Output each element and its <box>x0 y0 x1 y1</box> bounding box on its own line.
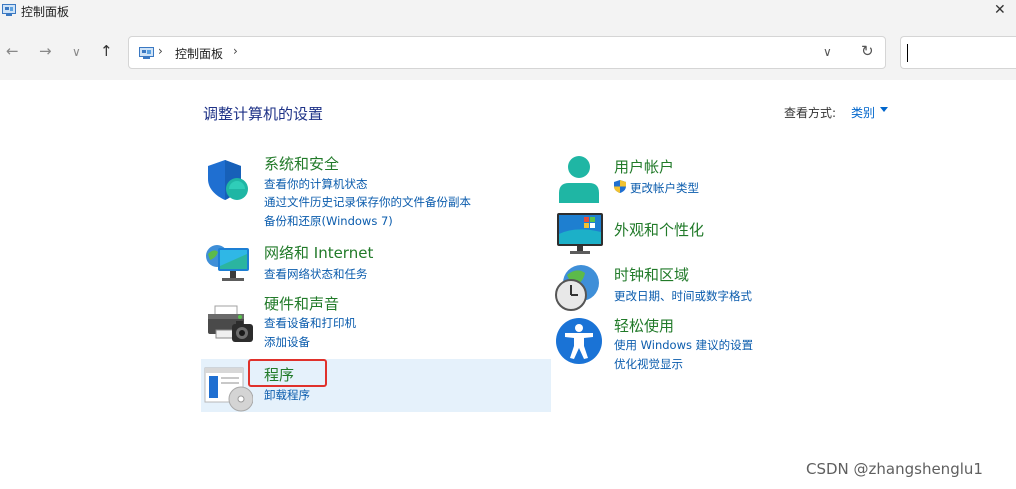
link-backup-restore-win7[interactable]: 备份和还原(Windows 7) <box>264 213 393 229</box>
uac-shield-icon <box>614 180 626 193</box>
breadcrumb-separator-icon[interactable]: › <box>233 44 238 58</box>
page-title: 调整计算机的设置 <box>203 105 324 123</box>
programs-disc-icon[interactable] <box>203 366 253 412</box>
accessibility-icon[interactable] <box>555 316 603 366</box>
refresh-icon[interactable]: ↻ <box>861 42 874 60</box>
annotation-highlight-box <box>248 359 327 387</box>
back-arrow-icon[interactable]: ← <box>6 42 19 60</box>
recent-locations-icon[interactable]: ∨ <box>72 45 81 59</box>
category-clock-region[interactable]: 时钟和区域 <box>614 264 689 285</box>
forward-arrow-icon[interactable]: → <box>39 42 52 60</box>
network-globe-icon[interactable] <box>204 242 252 288</box>
category-hardware-sound[interactable]: 硬件和声音 <box>264 293 339 314</box>
category-network-internet[interactable]: 网络和 Internet <box>264 242 373 263</box>
link-change-date-time-format[interactable]: 更改日期、时间或数字格式 <box>614 288 752 304</box>
view-by-label: 查看方式: <box>784 106 837 120</box>
category-system-security[interactable]: 系统和安全 <box>264 153 339 174</box>
link-windows-recommended-settings[interactable]: 使用 Windows 建议的设置 <box>614 337 753 353</box>
breadcrumb-separator-icon[interactable]: › <box>158 44 163 58</box>
clock-globe-icon[interactable] <box>555 263 603 313</box>
monitor-personalization-icon[interactable] <box>556 212 604 254</box>
chevron-down-icon[interactable]: ∨ <box>823 45 832 59</box>
breadcrumb-control-panel[interactable]: 控制面板 <box>175 45 223 62</box>
control-panel-icon <box>2 4 16 16</box>
view-by-dropdown[interactable]: 类别 <box>851 104 875 121</box>
user-account-icon[interactable] <box>557 155 601 205</box>
up-arrow-icon[interactable]: ↑ <box>100 42 113 60</box>
link-devices-printers[interactable]: 查看设备和打印机 <box>264 315 356 331</box>
link-change-account-type[interactable]: 更改帐户类型 <box>630 180 699 196</box>
link-uninstall-program[interactable]: 卸载程序 <box>264 387 310 403</box>
category-user-accounts[interactable]: 用户帐户 <box>614 156 674 177</box>
search-input[interactable] <box>900 36 1016 69</box>
link-view-computer-status[interactable]: 查看你的计算机状态 <box>264 176 368 192</box>
watermark: CSDN @zhangshenglu1 <box>806 460 983 478</box>
close-icon[interactable]: ✕ <box>994 2 1006 18</box>
category-ease-of-access[interactable]: 轻松使用 <box>614 315 674 336</box>
link-view-network-status[interactable]: 查看网络状态和任务 <box>264 266 368 282</box>
shield-icon[interactable] <box>205 157 251 203</box>
title-bar: 控制面板 ✕ <box>0 0 1016 26</box>
address-bar[interactable]: › 控制面板 › ∨ ↻ <box>128 36 886 69</box>
printer-camera-icon[interactable] <box>205 304 253 348</box>
window-title: 控制面板 <box>21 5 70 19</box>
control-panel-icon <box>139 47 154 59</box>
chevron-down-icon[interactable] <box>880 107 888 112</box>
link-add-device[interactable]: 添加设备 <box>264 334 310 350</box>
navigation-bar: ← → ∨ ↑ › 控制面板 › ∨ ↻ <box>0 26 1016 80</box>
link-optimize-visual-display[interactable]: 优化视觉显示 <box>614 356 683 372</box>
link-file-history-backup[interactable]: 通过文件历史记录保存你的文件备份副本 <box>264 194 471 210</box>
category-appearance-personalization[interactable]: 外观和个性化 <box>614 219 704 240</box>
text-caret <box>907 44 908 62</box>
